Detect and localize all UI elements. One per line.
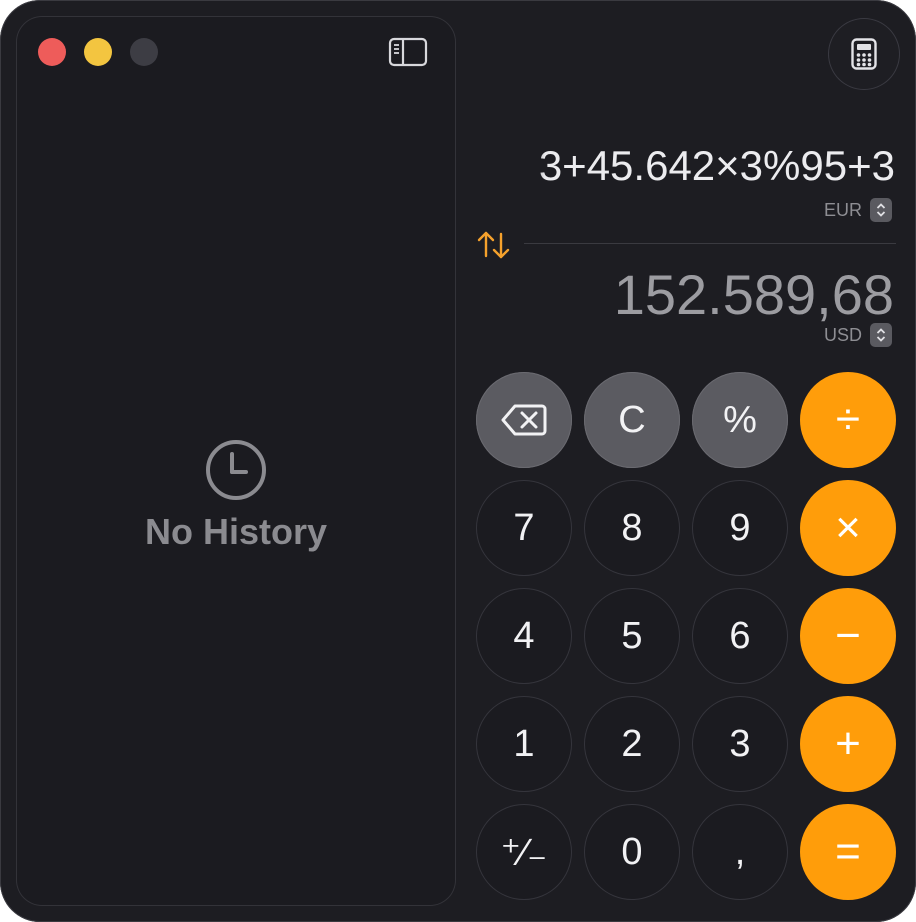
to-currency-label: USD (823, 324, 862, 345)
sidebar-toggle-button[interactable] (388, 36, 428, 68)
digit-0-button[interactable]: 0 (584, 804, 680, 900)
subtract-button[interactable]: − (800, 588, 896, 684)
calculator-icon (851, 38, 877, 70)
backspace-icon (501, 404, 547, 436)
clear-button[interactable]: C (584, 372, 680, 468)
digit-2-button[interactable]: 2 (584, 696, 680, 792)
close-button[interactable] (38, 38, 66, 66)
to-currency-selector[interactable]: USD (824, 323, 892, 347)
stepper-icon (870, 323, 892, 347)
sidebar-toggle-icon (388, 37, 428, 67)
history-empty-state: No History (16, 438, 456, 553)
clock-icon (206, 440, 266, 500)
minimize-button[interactable] (84, 38, 112, 66)
digit-5-button[interactable]: 5 (584, 588, 680, 684)
from-currency-selector[interactable]: EUR (824, 198, 892, 222)
expression-text: 3+45.642×3%95+3 (538, 142, 895, 189)
calculator-window: No History 3+45.642×3%95+3 EUR 152.589,6… (0, 0, 916, 922)
multiply-button[interactable]: × (800, 480, 896, 576)
calculator-mode-button[interactable] (828, 18, 900, 90)
digit-7-button[interactable]: 7 (476, 480, 572, 576)
digit-3-button[interactable]: 3 (692, 696, 788, 792)
no-history-label: No History (144, 511, 328, 552)
digit-8-button[interactable]: 8 (584, 480, 680, 576)
backspace-button[interactable] (476, 372, 572, 468)
from-currency-label: EUR (823, 199, 862, 220)
zoom-button[interactable] (130, 38, 158, 66)
result-display: 152.589,68 (613, 263, 894, 326)
decimal-button[interactable]: , (692, 804, 788, 900)
swap-arrows-icon[interactable] (476, 230, 512, 260)
digit-4-button[interactable]: 4 (476, 588, 572, 684)
digit-1-button[interactable]: 1 (476, 696, 572, 792)
equals-button[interactable]: = (800, 804, 896, 900)
stepper-icon (870, 198, 892, 222)
digit-6-button[interactable]: 6 (692, 588, 788, 684)
add-button[interactable]: + (800, 696, 896, 792)
divide-button[interactable]: ÷ (800, 372, 896, 468)
expression-display: 3+45.642×3%95+3 (515, 142, 895, 190)
display-divider (524, 243, 896, 244)
percent-button[interactable]: % (692, 372, 788, 468)
plus-minus-button[interactable]: ⁺∕₋ (476, 804, 572, 900)
digit-9-button[interactable]: 9 (692, 480, 788, 576)
